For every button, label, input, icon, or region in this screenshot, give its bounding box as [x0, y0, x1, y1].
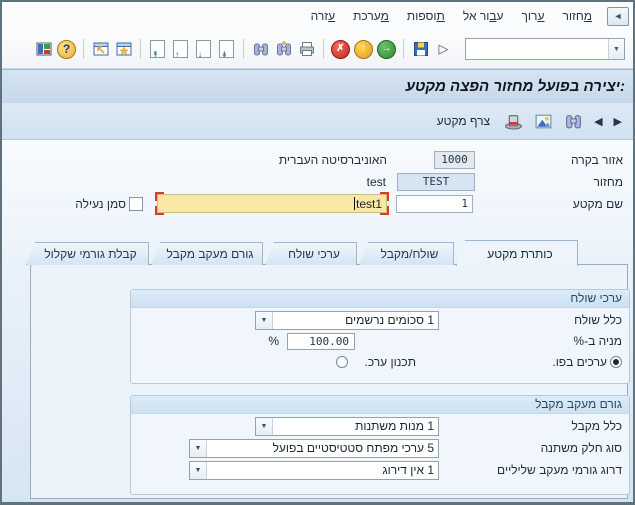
sender-rule-dropdown[interactable]: 1 סכומים נרשמים ▼ [255, 311, 439, 330]
menu-item-edit[interactable]: ערוך [513, 9, 554, 23]
lock-indicator-label: סמן נעילה [75, 197, 126, 211]
sender-values-groupbox: ערכי שולח כלל שולח 1 סכומים נרשמים ▼ מני… [130, 289, 630, 384]
receiver-rule-dropdown[interactable]: 1 מנות משתנות ▼ [255, 417, 439, 436]
control-area-label: אזור בקרה [571, 153, 623, 167]
tab-panel: ערכי שולח כלל שולח 1 סכומים נרשמים ▼ מני… [30, 264, 630, 499]
cycle-field[interactable]: TEST [397, 173, 475, 191]
menu-item-goto[interactable]: עבור אל [454, 9, 513, 23]
tab-sender-values[interactable]: ערכי שולח [265, 242, 357, 265]
save-icon[interactable] [409, 38, 432, 61]
exit-icon[interactable]: ↑ [352, 38, 375, 61]
new-session-icon[interactable] [89, 38, 112, 61]
sap-system-menu-icon[interactable]: ◄ [607, 6, 629, 26]
application-toolbar: ▶ ◀ צרף מקטע [2, 103, 633, 140]
segment-hat-icon[interactable] [502, 109, 525, 133]
menu-item-extras[interactable]: תוספות [398, 9, 454, 23]
actual-values-radio-label: ערכים בפו. [552, 355, 607, 369]
tab-strip: כותרת מקטע שולח/מקבל ערכי שולח גורם מעקב… [26, 239, 578, 266]
sap-window: ◄ מחזור ערוך עבור אל תוספות מערכת עזרה ?… [0, 0, 635, 505]
tab-segment-header[interactable]: כותרת מקטע [456, 240, 578, 266]
find-icon[interactable] [249, 38, 272, 61]
control-area-description: האוניברסיטה העברית [278, 153, 387, 167]
negative-tracing-scaling-label: דרוג גורמי מעקב שליליים [497, 463, 622, 477]
segment-name-field[interactable]: test1 [155, 192, 389, 215]
menu-item-cycle[interactable]: מחזור [553, 9, 601, 23]
previous-segment-button[interactable]: ◀ [592, 109, 604, 133]
receiver-tracing-groupbox: גורם מעקב מקבל כלל מקבל 1 מנות משתנות ▼ … [130, 395, 630, 495]
lock-indicator-checkbox[interactable] [129, 197, 143, 211]
page-title: :יצירה בפועל מחזור הפצה מקטע [405, 78, 625, 95]
page-first-icon[interactable]: ↟ [146, 38, 169, 61]
help-icon[interactable]: ? [55, 38, 78, 61]
sender-rule-label: כלל שולח [574, 313, 622, 327]
actual-values-radio[interactable] [610, 356, 622, 368]
find-next-icon[interactable] [272, 38, 295, 61]
variable-portion-type-label: סוג חלק משתנה [540, 441, 622, 455]
tab-receiver-tracing-factor[interactable]: גורם מעקב מקבל [151, 242, 263, 265]
menu-item-system[interactable]: מערכת [344, 9, 398, 23]
percent-sign: % [268, 334, 279, 348]
back-icon[interactable]: → [375, 38, 398, 61]
chevron-down-icon[interactable]: ▼ [190, 440, 207, 457]
print-icon[interactable] [295, 38, 318, 61]
cycle-label: מחזור [593, 175, 623, 189]
segment-name-label: שם מקטע [572, 197, 623, 211]
chevron-down-icon[interactable]: ▼ [256, 418, 273, 435]
chevron-down-icon[interactable]: ▼ [256, 312, 273, 329]
share-percent-label: מניה ב-% [573, 334, 622, 348]
plan-values-radio-label: תכנון ערכ. [364, 355, 417, 369]
text-cursor [353, 197, 355, 210]
segment-number-field[interactable]: 1 [396, 195, 473, 213]
tab-receiver-weighting-factors[interactable]: קבלת גורמי שקלול [26, 242, 149, 265]
menu-bar: ◄ מחזור ערוך עבור אל תוספות מערכת עזרה [2, 2, 633, 31]
page-last-icon[interactable]: ↡ [215, 38, 238, 61]
negative-tracing-scaling-dropdown[interactable]: 1 אין דירוג ▼ [189, 461, 439, 480]
cancel-icon[interactable]: ✗ [329, 38, 352, 61]
menu-item-help[interactable]: עזרה [302, 9, 345, 23]
screen-title-bar: :יצירה בפועל מחזור הפצה מקטע [2, 69, 633, 104]
page-up-icon[interactable]: ↑ [169, 38, 192, 61]
sender-values-groupbox-title: ערכי שולח [131, 290, 629, 308]
next-segment-button[interactable]: ▶ [612, 109, 624, 133]
receiver-rule-label: כלל מקבל [571, 419, 623, 433]
command-field-input[interactable] [466, 39, 608, 59]
chevron-down-icon[interactable]: ▼ [190, 462, 207, 479]
customize-layout-icon[interactable] [32, 38, 55, 61]
tab-sender-receiver[interactable]: שולח/מקבל [359, 242, 454, 265]
page-down-icon[interactable]: ↓ [192, 38, 215, 61]
share-percent-field[interactable] [287, 333, 355, 350]
variable-portion-type-dropdown[interactable]: 5 ערכי מפתח סטטיסטיים בפועל ▼ [189, 439, 439, 458]
find-segment-icon[interactable] [562, 109, 585, 133]
overview-icon[interactable] [532, 109, 555, 133]
continue-icon[interactable]: ▷ [432, 38, 455, 61]
screen-content: אזור בקרה 1000 האוניברסיטה העברית מחזור … [2, 140, 633, 502]
attach-segment-button[interactable]: צרף מקטע [432, 109, 495, 133]
command-field: ▼ [465, 38, 625, 60]
standard-toolbar: ? ↟ ↑ ↓ ↡ ✗ ↑ → ▷ ▼ [2, 30, 633, 69]
create-shortcut-icon[interactable] [112, 38, 135, 61]
command-dropdown-icon[interactable]: ▼ [608, 39, 624, 59]
plan-values-radio[interactable] [336, 356, 348, 368]
receiver-tracing-groupbox-title: גורם מעקב מקבל [131, 396, 629, 414]
cycle-description: test [366, 175, 386, 189]
control-area-field[interactable]: 1000 [434, 151, 475, 169]
